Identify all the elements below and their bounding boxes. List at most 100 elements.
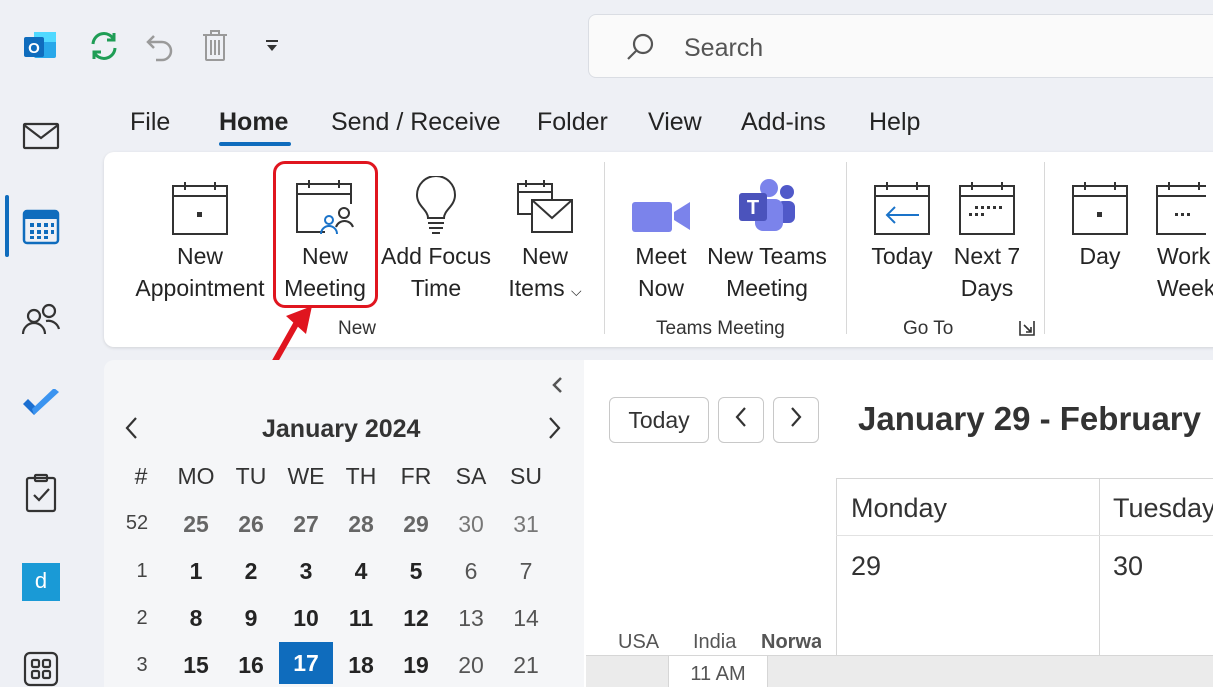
- timezone-label: India: [693, 631, 737, 653]
- search-placeholder: Search: [684, 34, 764, 62]
- people-icon[interactable]: [18, 296, 64, 342]
- calendar-day[interactable]: 20: [444, 652, 498, 679]
- week-number: 3: [136, 654, 148, 676]
- week-number: 52: [125, 512, 149, 534]
- delete-icon[interactable]: [195, 26, 235, 66]
- calendar-day[interactable]: 26: [224, 511, 278, 538]
- group-label-goto: Go To: [903, 318, 954, 339]
- calendar-icon[interactable]: [18, 203, 64, 249]
- more-apps-icon[interactable]: [18, 646, 64, 687]
- prev-week-button[interactable]: [718, 397, 764, 443]
- calendar-day[interactable]: 4: [334, 558, 388, 585]
- next-7-days-label-2: Days: [960, 275, 1014, 301]
- next-7-days-button[interactable]: Next 7 Days: [948, 168, 1026, 304]
- weekday-header: SU: [510, 463, 542, 489]
- calendar-day[interactable]: 6: [444, 558, 498, 585]
- calendar-day[interactable]: 27: [279, 511, 333, 538]
- week-number: 1: [136, 560, 148, 582]
- tab-file[interactable]: File: [130, 108, 170, 137]
- calendar-day[interactable]: 18: [334, 652, 388, 679]
- weekday-header: WE: [287, 463, 325, 489]
- calendar-day[interactable]: 12: [389, 605, 443, 632]
- dialog-launcher-icon[interactable]: [1019, 320, 1035, 341]
- todo-icon[interactable]: [18, 381, 64, 427]
- next-month-icon[interactable]: [546, 416, 562, 445]
- calendar-appointment-icon: [128, 168, 272, 236]
- undo-icon[interactable]: [140, 26, 180, 66]
- group-label-teams: Teams Meeting: [656, 318, 785, 339]
- calendar-day[interactable]: 1: [169, 558, 223, 585]
- calendar-day[interactable]: 10: [279, 605, 333, 632]
- day-view-button[interactable]: Day: [1062, 168, 1138, 272]
- tasks-icon[interactable]: [18, 470, 64, 516]
- calendar-day[interactable]: 30: [444, 511, 498, 538]
- add-focus-time-button[interactable]: Add Focus Time: [378, 168, 494, 304]
- timezone-label: USA: [618, 631, 660, 653]
- collapse-pane-icon[interactable]: [550, 376, 564, 399]
- customize-quick-access-icon[interactable]: [252, 26, 292, 66]
- add-focus-time-label-1: Add Focus: [381, 243, 491, 269]
- new-appointment-button[interactable]: New Appointment: [128, 168, 272, 304]
- timezone-label: Norwa: [761, 631, 821, 653]
- calendar-day[interactable]: 28: [334, 511, 388, 538]
- calendar-day-selected[interactable]: 17: [279, 642, 333, 684]
- today-nav-button[interactable]: Today: [609, 397, 709, 443]
- calendar-day[interactable]: 5: [389, 558, 443, 585]
- calendar-day[interactable]: 31: [499, 511, 553, 538]
- calendar-day[interactable]: 2: [224, 558, 278, 585]
- tab-folder[interactable]: Folder: [537, 108, 608, 137]
- calendar-day[interactable]: 7: [499, 558, 553, 585]
- calendar-day[interactable]: 14: [499, 605, 553, 632]
- day-number[interactable]: 29: [851, 551, 881, 582]
- calendar-day[interactable]: 13: [444, 605, 498, 632]
- work-week-button[interactable]: Work Week: [1148, 168, 1213, 304]
- group-separator: [846, 162, 847, 334]
- new-teams-meeting-button[interactable]: T New Teams Meeting: [706, 168, 828, 304]
- work-week-label-1: Work: [1157, 243, 1211, 269]
- tab-add-ins[interactable]: Add-ins: [741, 108, 826, 137]
- calendar-day[interactable]: 25: [169, 511, 223, 538]
- calendar-day[interactable]: 8: [169, 605, 223, 632]
- search-box[interactable]: Search: [588, 14, 1213, 78]
- video-camera-icon: [620, 168, 702, 236]
- teams-icon: T: [706, 168, 828, 236]
- calendar-day-icon: [1062, 168, 1138, 236]
- day-header-divider: [836, 535, 1213, 536]
- next-week-button[interactable]: [773, 397, 819, 443]
- calendar-workweek-icon: [1148, 168, 1213, 236]
- weekday-header: SA: [455, 463, 487, 489]
- new-appointment-label-2: Appointment: [135, 275, 265, 301]
- time-slot-label: 11 AM: [668, 656, 768, 687]
- sync-icon[interactable]: [84, 26, 124, 66]
- calendar-day[interactable]: 21: [499, 652, 553, 679]
- new-teams-meeting-label-1: New Teams: [707, 243, 827, 269]
- highlight-box: [273, 161, 378, 308]
- calendar-day[interactable]: 3: [279, 558, 333, 585]
- tab-view[interactable]: View: [648, 108, 702, 137]
- calendar-week-icon: [948, 168, 1026, 236]
- calendar-day[interactable]: 11: [334, 605, 388, 632]
- chevron-right-icon: [789, 406, 803, 434]
- calendar-day[interactable]: 29: [389, 511, 443, 538]
- calendar-day[interactable]: 15: [169, 652, 223, 679]
- mail-icon[interactable]: [18, 113, 64, 159]
- day-name: Tuesday: [1113, 493, 1213, 523]
- day-number[interactable]: 30: [1113, 551, 1143, 582]
- lightbulb-icon: [378, 168, 494, 236]
- meet-now-button[interactable]: Meet Now: [620, 168, 702, 304]
- tab-home[interactable]: Home: [219, 108, 288, 137]
- new-items-label-1: New: [521, 243, 568, 269]
- calendar-day[interactable]: 9: [224, 605, 278, 632]
- tab-send-receive[interactable]: Send / Receive: [331, 108, 501, 137]
- chevron-down-icon: ⌵: [571, 283, 582, 299]
- tab-help[interactable]: Help: [869, 108, 920, 137]
- group-label-new: New: [338, 318, 377, 339]
- app-d-icon[interactable]: d: [18, 559, 64, 605]
- today-button[interactable]: Today: [862, 168, 942, 272]
- calendar-day[interactable]: 19: [389, 652, 443, 679]
- week-number: 2: [136, 607, 148, 629]
- next-7-days-label-1: Next 7: [953, 243, 1021, 269]
- new-items-button[interactable]: New Items ⌵: [500, 168, 590, 307]
- calendar-day[interactable]: 16: [224, 652, 278, 679]
- prev-month-icon[interactable]: [124, 416, 140, 445]
